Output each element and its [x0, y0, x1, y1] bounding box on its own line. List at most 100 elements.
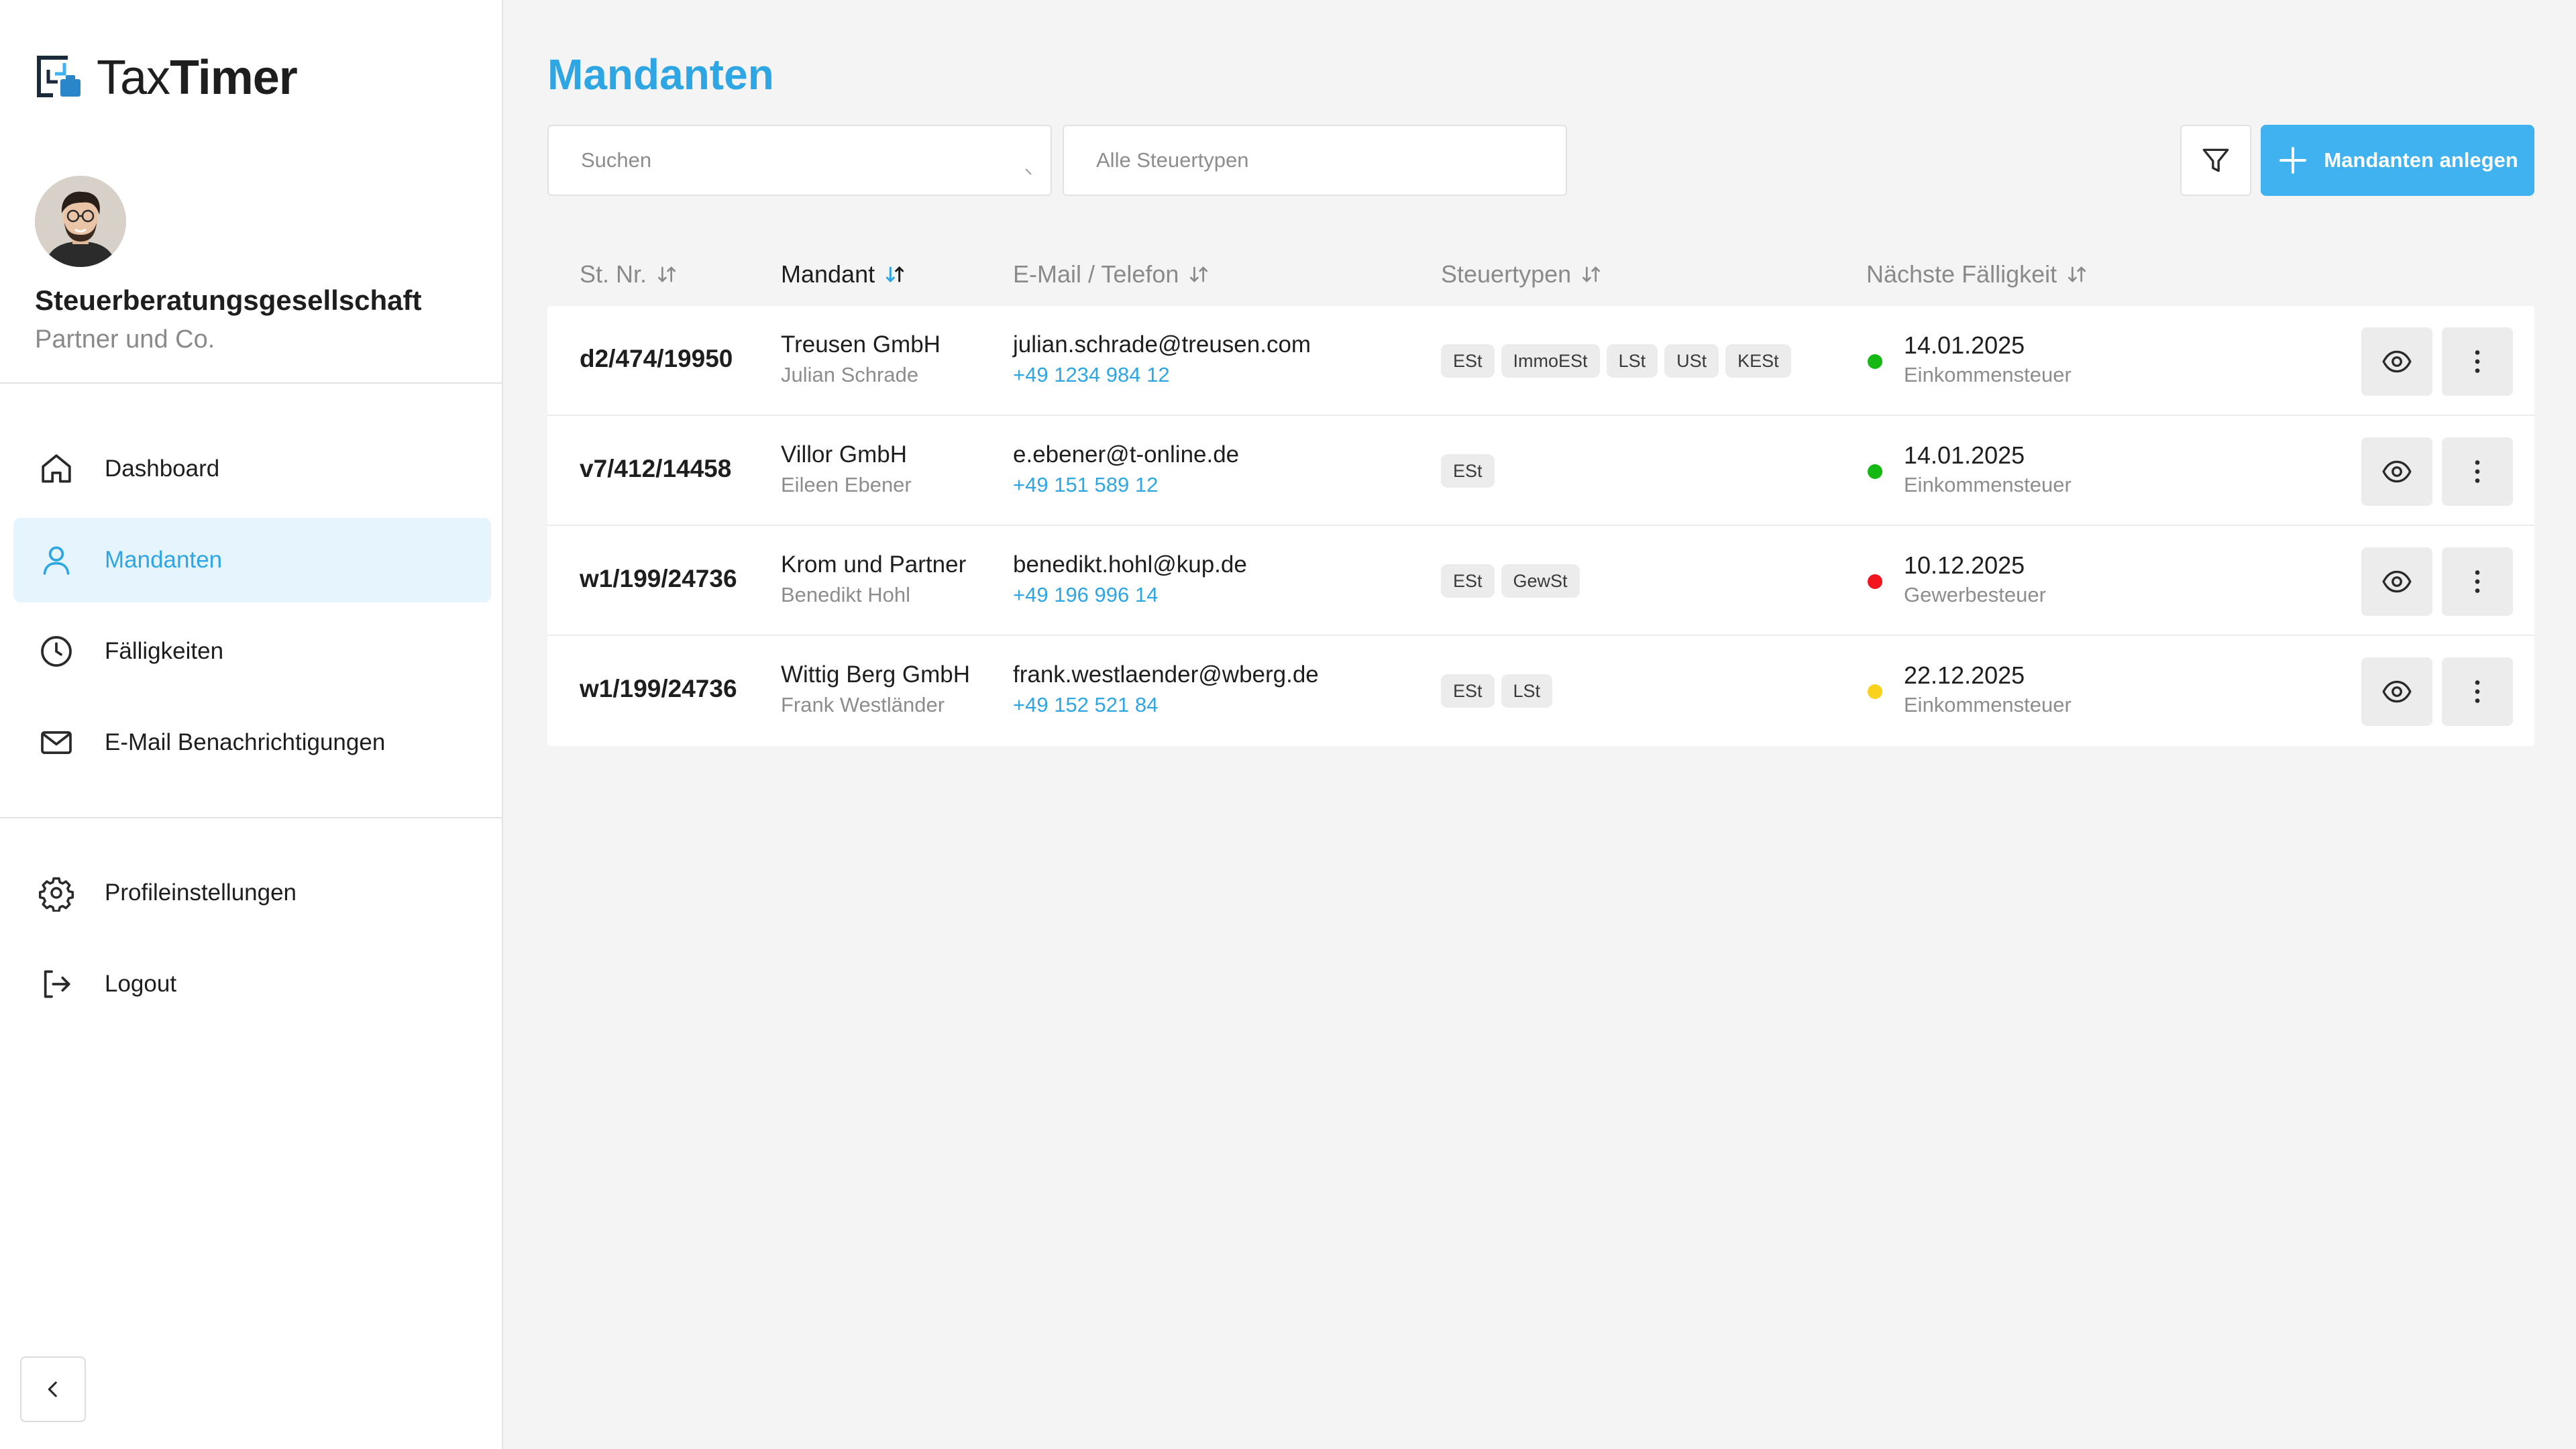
- sort-icon: [658, 266, 676, 282]
- avatar: [35, 176, 126, 267]
- client-phone[interactable]: +49 196 996 14: [1013, 583, 1158, 607]
- client-email[interactable]: e.ebener@t-online.de: [1013, 441, 1239, 468]
- table-row[interactable]: v7/412/14458 Villor GmbH Eileen Ebener e…: [547, 416, 2534, 526]
- user-icon: [43, 546, 70, 575]
- tax-type-tag: ESt: [1441, 344, 1495, 378]
- sort-icon: [1190, 266, 1208, 282]
- tax-type-tag: ImmoESt: [1501, 344, 1600, 378]
- more-options-button[interactable]: [2442, 657, 2513, 726]
- sidebar-divider: [0, 382, 503, 384]
- column-header-next-due[interactable]: Nächste Fälligkeit: [1866, 258, 2090, 291]
- sidebar-item-email-notifications[interactable]: E-Mail Benachrichtigungen: [13, 700, 491, 785]
- org-subtitle: Partner und Co.: [35, 325, 215, 354]
- mail-icon: [41, 731, 72, 755]
- org-name: Steuerberatungsgesellschaft: [35, 284, 422, 316]
- add-client-button[interactable]: Mandanten anlegen: [2261, 125, 2534, 196]
- taxtimer-logo[interactable]: TaxTimer: [35, 51, 298, 105]
- sidebar-item-label: E-Mail Benachrichtigungen: [105, 729, 386, 755]
- column-header-mandant[interactable]: Mandant: [781, 258, 908, 291]
- tax-type-tag: GewSt: [1501, 564, 1580, 598]
- logout-icon: [44, 970, 70, 998]
- sidebar-item-label: Logout: [105, 971, 177, 997]
- tax-number: d2/474/19950: [580, 345, 733, 372]
- tax-type-tag: ESt: [1441, 564, 1495, 598]
- column-header-email-phone[interactable]: E-Mail / Telefon: [1013, 258, 1212, 291]
- contact-person: Eileen Ebener: [781, 473, 912, 496]
- tax-type-filter-placeholder: Alle Steuertypen: [1096, 148, 1249, 172]
- tax-type-tag: KESt: [1725, 344, 1791, 378]
- tax-type-tags: ESt LSt: [1441, 636, 1553, 746]
- more-vertical-icon: [2475, 680, 2480, 703]
- table-row[interactable]: w1/199/24736 Wittig Berg GmbH Frank West…: [547, 636, 2534, 746]
- sort-ascending-icon: [885, 266, 904, 283]
- due-date: 10.12.2025: [1904, 551, 2025, 579]
- status-indicator-yellow: [1868, 684, 1882, 699]
- tax-type-filter-select[interactable]: Alle Steuertypen: [1063, 125, 1567, 196]
- eye-icon: [2382, 350, 2412, 373]
- client-phone[interactable]: +49 152 521 84: [1013, 693, 1158, 717]
- more-vertical-icon: [2475, 460, 2480, 483]
- eye-icon: [2382, 570, 2412, 593]
- more-options-button[interactable]: [2442, 547, 2513, 616]
- due-date: 14.01.2025: [1904, 331, 2025, 359]
- status-indicator-green: [1868, 354, 1882, 369]
- eye-icon: [2382, 460, 2412, 483]
- tax-type-tag: LSt: [1501, 674, 1553, 708]
- more-vertical-icon: [2475, 570, 2480, 593]
- filter-button[interactable]: [2180, 125, 2251, 196]
- table-row[interactable]: w1/199/24736 Krom und Partner Benedikt H…: [547, 526, 2534, 636]
- sort-icon: [2068, 266, 2086, 282]
- sidebar-item-faelligkeiten[interactable]: Fälligkeiten: [13, 609, 491, 694]
- view-button[interactable]: [2361, 437, 2432, 506]
- table-row[interactable]: d2/474/19950 Treusen GmbH Julian Schrade…: [547, 306, 2534, 416]
- search-input[interactable]: [581, 148, 997, 172]
- view-button[interactable]: [2361, 657, 2432, 726]
- due-tax-type: Gewerbesteuer: [1904, 583, 2046, 606]
- home-icon: [42, 454, 71, 483]
- client-email[interactable]: frank.westlaender@wberg.de: [1013, 661, 1319, 688]
- collapse-sidebar-button[interactable]: [20, 1356, 86, 1422]
- logo-text: TaxTimer: [97, 51, 298, 105]
- sidebar-item-mandanten[interactable]: Mandanten: [13, 518, 491, 602]
- tax-type-tags: ESt ImmoESt LSt USt KESt: [1441, 306, 1791, 416]
- client-email[interactable]: julian.schrade@treusen.com: [1013, 331, 1311, 358]
- sort-icon: [1582, 266, 1601, 282]
- filter-icon: [2202, 148, 2229, 172]
- tax-type-tag: USt: [1664, 344, 1719, 378]
- app-window: TaxTimer Steuerberatungsgesellschaft Par…: [0, 0, 2576, 1449]
- more-options-button[interactable]: [2442, 327, 2513, 396]
- gear-icon: [38, 877, 74, 912]
- client-name: Wittig Berg GmbH: [781, 661, 970, 688]
- client-phone[interactable]: +49 151 589 12: [1013, 473, 1158, 497]
- clock-icon: [41, 636, 72, 667]
- column-header-st-nr[interactable]: St. Nr.: [580, 258, 680, 291]
- add-client-label: Mandanten anlegen: [2324, 148, 2518, 172]
- tax-type-tags: ESt GewSt: [1441, 526, 1580, 636]
- tax-number: w1/199/24736: [580, 565, 737, 592]
- tax-type-tag: ESt: [1441, 454, 1495, 488]
- sidebar-item-profile-settings[interactable]: Profileinstellungen: [13, 851, 491, 935]
- contact-person: Benedikt Hohl: [781, 583, 911, 606]
- tax-type-tag: LSt: [1606, 344, 1658, 378]
- view-button[interactable]: [2361, 547, 2432, 616]
- status-indicator-green: [1868, 464, 1882, 479]
- sidebar-item-label: Dashboard: [105, 455, 220, 482]
- more-options-button[interactable]: [2442, 437, 2513, 506]
- contact-person: Julian Schrade: [781, 363, 919, 386]
- column-header-steuertypen[interactable]: Steuertypen: [1441, 258, 1605, 291]
- sidebar-item-label: Mandanten: [105, 547, 223, 573]
- status-indicator-red: [1868, 574, 1882, 589]
- client-phone[interactable]: +49 1234 984 12: [1013, 363, 1170, 387]
- due-tax-type: Einkommensteuer: [1904, 473, 2072, 496]
- view-button[interactable]: [2361, 327, 2432, 396]
- sidebar-item-logout[interactable]: Logout: [13, 942, 491, 1026]
- due-date: 22.12.2025: [1904, 661, 2025, 689]
- client-name: Treusen GmbH: [781, 331, 941, 358]
- client-email[interactable]: benedikt.hohl@kup.de: [1013, 551, 1247, 578]
- client-name: Villor GmbH: [781, 441, 908, 468]
- page-title: Mandanten: [547, 50, 774, 99]
- sidebar-item-dashboard[interactable]: Dashboard: [13, 427, 491, 511]
- chevron-left-icon: [48, 1381, 57, 1397]
- taxtimer-logo-icon: [37, 56, 80, 97]
- search-field[interactable]: [547, 125, 1052, 196]
